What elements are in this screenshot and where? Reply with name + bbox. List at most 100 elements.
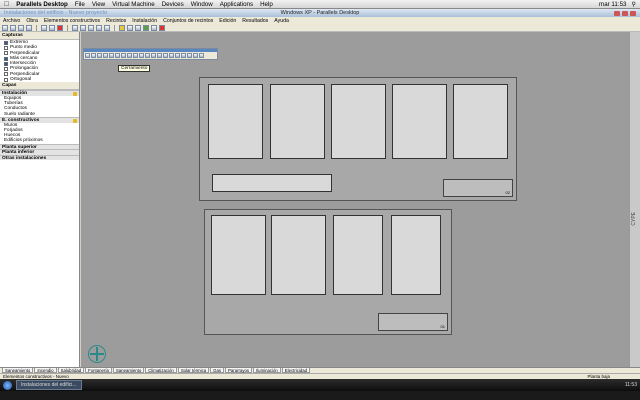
open-icon[interactable] <box>10 24 16 31</box>
column-icon[interactable] <box>133 53 138 58</box>
menu-devices[interactable]: Devices <box>162 1 184 8</box>
window-title: Windows XP - Parallels Desktop <box>280 10 360 16</box>
print-icon[interactable] <box>26 24 32 31</box>
xp-taskbar: Instalaciones del edifici... 11:53 <box>0 379 640 391</box>
checkbox-icon[interactable] <box>4 61 8 66</box>
delete-icon[interactable] <box>163 53 168 58</box>
lock-icon[interactable] <box>73 92 77 97</box>
main-toolbar <box>0 24 640 32</box>
lock-icon[interactable] <box>73 118 77 123</box>
floating-toolbar <box>83 48 218 60</box>
menu-help[interactable]: Help <box>260 1 273 8</box>
info-icon[interactable] <box>181 53 186 58</box>
tray-clock[interactable]: 11:53 <box>625 382 637 388</box>
cype-label: CYPE <box>631 212 637 226</box>
checkbox-icon[interactable] <box>4 45 8 50</box>
menu-obra[interactable]: Obra <box>26 18 38 24</box>
refresh-icon[interactable] <box>104 24 110 31</box>
stair-icon[interactable] <box>127 53 132 58</box>
floor-plan[interactable] <box>391 215 441 295</box>
move-icon[interactable] <box>151 53 156 58</box>
slab-icon[interactable] <box>91 53 96 58</box>
spotlight-icon[interactable]: ⚲ <box>631 1 636 8</box>
edit-icon[interactable] <box>151 24 157 31</box>
menu-virtual-machine[interactable]: Virtual Machine <box>112 1 155 8</box>
mirror-icon[interactable] <box>175 53 180 58</box>
app-name[interactable]: Parallels Desktop <box>16 1 68 8</box>
menu-conjuntos[interactable]: Conjuntos de recintos <box>163 18 213 24</box>
app-menubar: Archivo Obra Elementos constructivos Rec… <box>0 17 640 24</box>
door-icon[interactable] <box>103 53 108 58</box>
settings-icon[interactable] <box>199 53 204 58</box>
drawing-sheet-top[interactable]: 02 <box>199 77 517 201</box>
enclosure-icon[interactable] <box>115 53 120 58</box>
section-drawing[interactable] <box>212 174 332 192</box>
menu-window[interactable]: Window <box>191 1 213 8</box>
apple-icon[interactable]:  <box>4 1 9 8</box>
title-block: 02 <box>443 179 513 197</box>
menu-applications[interactable]: Applications <box>220 1 253 8</box>
floor-plan[interactable] <box>333 215 383 295</box>
pan-icon[interactable] <box>96 24 102 31</box>
zoom-out-icon[interactable] <box>80 24 86 31</box>
menu-file[interactable]: File <box>75 1 85 8</box>
layers-icon[interactable] <box>187 53 192 58</box>
zoom-window-icon[interactable] <box>88 24 94 31</box>
taskbar-item[interactable]: Instalaciones del edifici... <box>16 380 82 390</box>
save-icon[interactable] <box>18 24 24 31</box>
window-icon[interactable] <box>109 53 114 58</box>
floor-down-icon[interactable] <box>135 24 141 31</box>
menu-recintos[interactable]: Recintos <box>106 18 126 24</box>
clock[interactable]: mar 11:53 <box>599 1 626 8</box>
tools-icon[interactable] <box>193 53 198 58</box>
north-compass-icon <box>88 345 106 363</box>
menu-ayuda[interactable]: Ayuda <box>274 18 289 24</box>
checkbox-icon[interactable] <box>4 77 8 82</box>
window-titlebar[interactable]: Instalaciones del edificio - Nuevo proye… <box>0 9 640 17</box>
check-icon[interactable] <box>143 24 149 31</box>
menu-edicion[interactable]: Edición <box>219 18 236 24</box>
floor-plan[interactable] <box>453 84 508 159</box>
floor-plan[interactable] <box>392 84 447 159</box>
floor-up-icon[interactable] <box>127 24 133 31</box>
layer-section-otras[interactable]: Otras instalaciones <box>0 154 79 161</box>
wall-icon[interactable] <box>85 53 90 58</box>
menu-instalacion[interactable]: Instalación <box>132 18 157 24</box>
start-button[interactable] <box>3 380 12 390</box>
edit-element-icon[interactable] <box>145 53 150 58</box>
capas-header: Capas <box>0 82 79 91</box>
copy-icon[interactable] <box>157 53 162 58</box>
floor-plan[interactable] <box>270 84 325 159</box>
new-icon[interactable] <box>2 24 8 31</box>
floor-plan[interactable] <box>208 84 263 159</box>
mac-menubar:  Parallels Desktop File View Virtual Ma… <box>0 0 640 9</box>
left-panel: Capturas Extremo Punto medio Perpendicul… <box>0 32 80 368</box>
drawing-sheet-bottom[interactable]: 01 <box>204 209 452 335</box>
roof-icon[interactable] <box>121 53 126 58</box>
floor-plan[interactable] <box>331 84 386 159</box>
menu-elementos[interactable]: Elementos constructivos <box>44 18 100 24</box>
stop-icon[interactable] <box>159 24 165 31</box>
floor-plan[interactable] <box>271 215 326 295</box>
rotate-icon[interactable] <box>169 53 174 58</box>
menu-archivo[interactable]: Archivo <box>3 18 20 24</box>
layer-icon[interactable] <box>119 24 125 31</box>
menu-view[interactable]: View <box>92 1 105 8</box>
checkbox-icon[interactable] <box>4 56 8 61</box>
checkbox-icon[interactable] <box>4 51 8 56</box>
tooltip: Cerramiento <box>118 65 151 72</box>
checkbox-icon[interactable] <box>4 72 8 77</box>
checkbox-icon[interactable] <box>4 40 8 45</box>
opening-icon[interactable] <box>97 53 102 58</box>
capturas-header: Capturas <box>0 32 79 40</box>
undo-icon[interactable] <box>41 24 47 31</box>
floor-plan[interactable] <box>211 215 266 295</box>
beam-icon[interactable] <box>139 53 144 58</box>
vertical-scrollbar[interactable]: CYPE <box>629 32 640 368</box>
drawing-canvas[interactable]: 02 01 <box>81 32 629 368</box>
menu-resultados[interactable]: Resultados <box>242 18 268 24</box>
redo-icon[interactable] <box>49 24 55 31</box>
checkbox-icon[interactable] <box>4 67 8 72</box>
zoom-in-icon[interactable] <box>72 24 78 31</box>
warning-icon[interactable] <box>57 24 63 31</box>
